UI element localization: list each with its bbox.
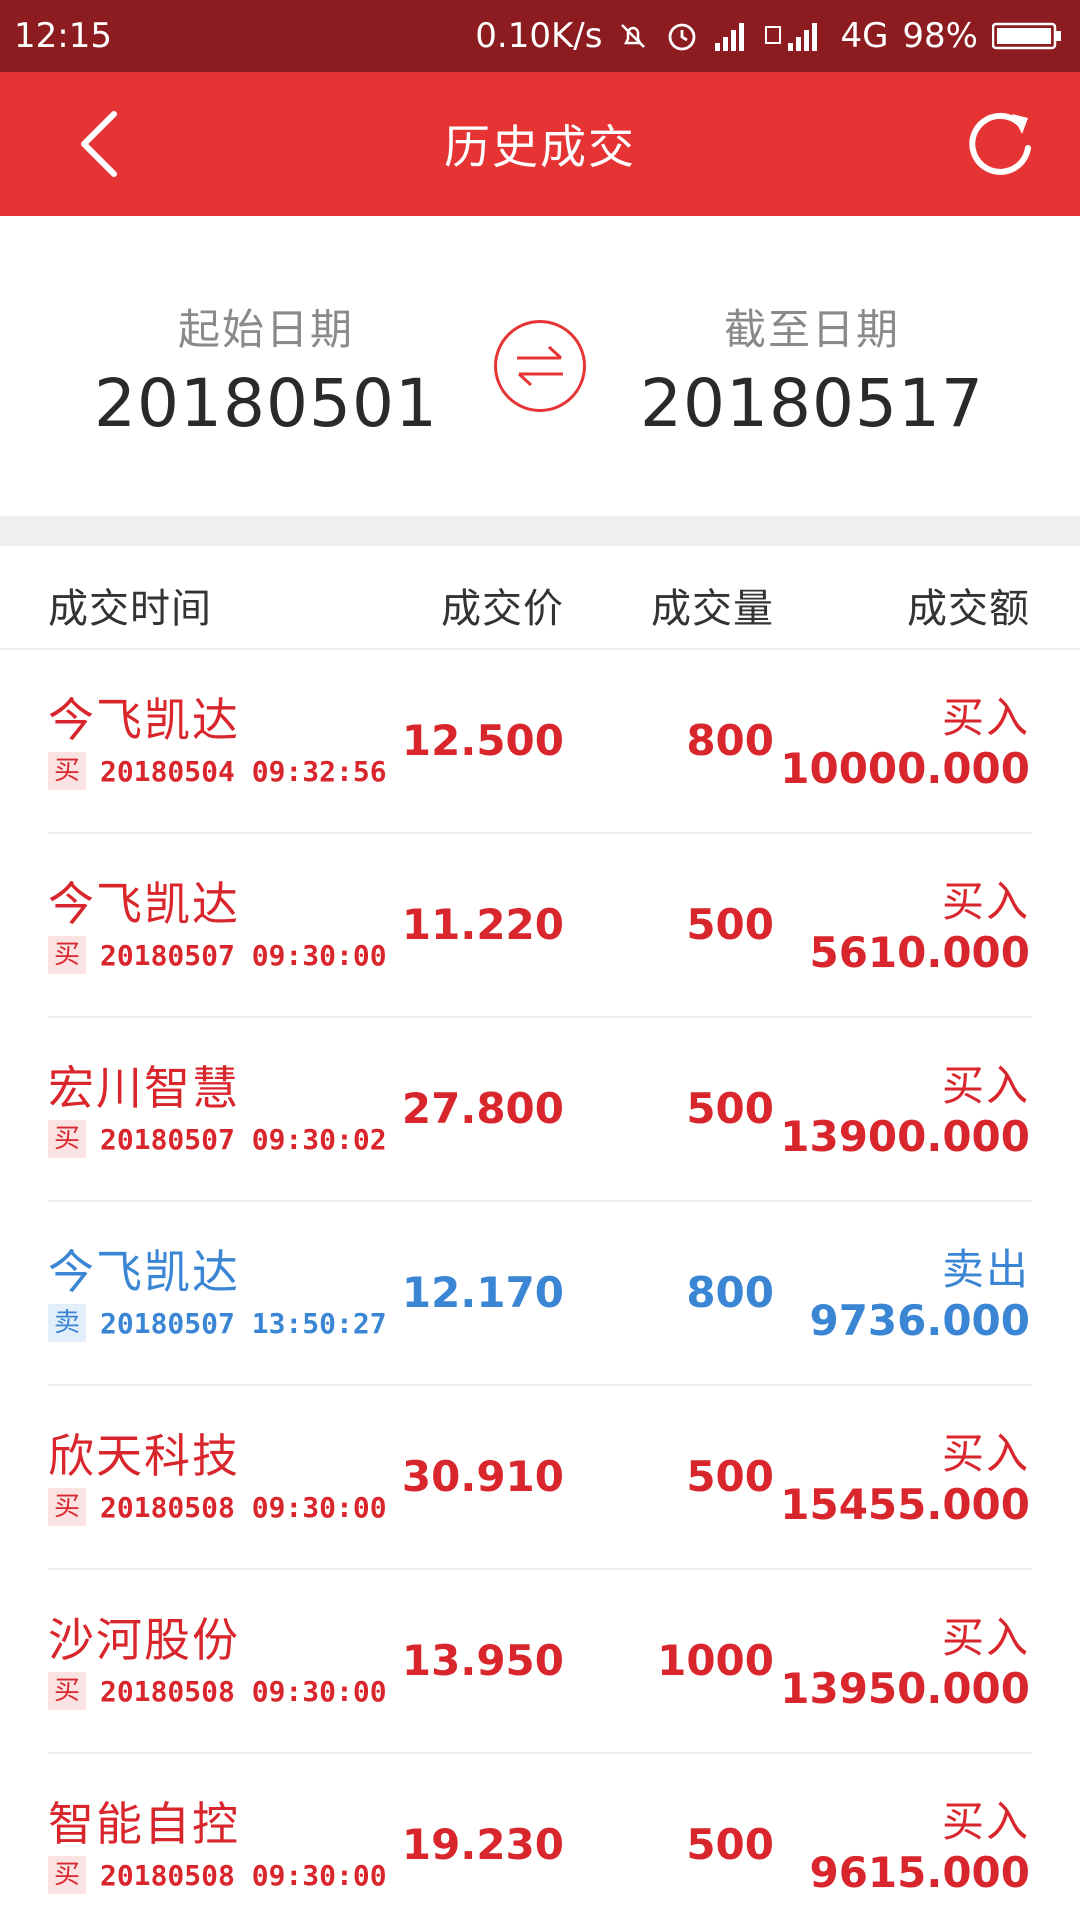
signal-icon <box>714 21 748 51</box>
trade-meta: 买 20180507 09:30:00 <box>48 936 387 974</box>
trade-amount: 15455.000 <box>780 1480 1030 1529</box>
trade-action: 买入 <box>941 1797 1030 1846</box>
alarm-icon <box>664 18 700 54</box>
table-row[interactable]: 智能自控 买 20180508 09:30:00 19.230 500 买入 9… <box>0 1754 1080 1920</box>
trade-meta: 买 20180508 09:30:00 <box>48 1488 387 1526</box>
side-badge: 买 <box>48 936 86 974</box>
stock-name: 沙河股份 <box>48 1613 240 1667</box>
header-qty: 成交量 <box>651 586 774 632</box>
trade-amount: 9736.000 <box>809 1296 1030 1345</box>
trade-qty: 500 <box>686 1820 774 1869</box>
side-badge: 买 <box>48 752 86 790</box>
trade-time: 20180507 09:30:02 <box>100 1122 387 1156</box>
header-time: 成交时间 <box>48 586 212 632</box>
stock-name: 宏川智慧 <box>48 1061 240 1115</box>
side-badge: 买 <box>48 1672 86 1710</box>
page-title: 历史成交 <box>444 120 636 174</box>
trade-time: 20180507 13:50:27 <box>100 1306 387 1340</box>
app-bar: 历史成交 <box>0 72 1080 216</box>
status-indicators: 0.10K/s 4G 98% <box>475 16 1062 56</box>
side-badge: 买 <box>48 1856 86 1894</box>
trade-action: 买入 <box>941 693 1030 742</box>
battery-level: 98% <box>902 16 978 56</box>
trade-price: 12.170 <box>401 1268 564 1317</box>
status-bar: 12:15 0.10K/s 4G 98% <box>0 0 1080 72</box>
stock-name: 今飞凯达 <box>48 1245 240 1299</box>
trade-action: 买入 <box>941 1429 1030 1478</box>
table-row[interactable]: 今飞凯达 买 20180504 09:32:56 12.500 800 买入 1… <box>0 650 1080 834</box>
table-row[interactable]: 宏川智慧 买 20180507 09:30:02 27.800 500 买入 1… <box>0 1018 1080 1202</box>
header-price: 成交价 <box>441 586 564 632</box>
trade-action: 买入 <box>941 1613 1030 1662</box>
trade-action: 买入 <box>941 1061 1030 1110</box>
trade-amount: 10000.000 <box>780 744 1030 793</box>
table-row[interactable]: 欣天科技 买 20180508 09:30:00 30.910 500 买入 1… <box>0 1386 1080 1570</box>
trade-price: 27.800 <box>401 1084 564 1133</box>
battery-icon <box>992 21 1062 51</box>
refresh-icon <box>969 112 1031 175</box>
trade-qty: 500 <box>686 1084 774 1133</box>
trade-time: 20180508 09:30:00 <box>100 1490 387 1524</box>
status-time: 12:15 <box>14 16 112 56</box>
trade-amount: 9615.000 <box>809 1848 1030 1897</box>
history-trades-screen: 12:15 0.10K/s 4G 98% 历史成交 起始日期 20180501 … <box>0 0 1080 1920</box>
trade-meta: 卖 20180507 13:50:27 <box>48 1304 387 1342</box>
table-row[interactable]: 今飞凯达 卖 20180507 13:50:27 12.170 800 卖出 9… <box>0 1202 1080 1386</box>
swap-dates-button[interactable] <box>494 320 586 412</box>
trade-meta: 买 20180508 09:30:00 <box>48 1672 387 1710</box>
net-speed: 0.10K/s <box>475 16 603 56</box>
trade-amount: 5610.000 <box>809 928 1030 977</box>
end-date-value: 20180517 <box>640 365 984 442</box>
stock-name: 智能自控 <box>48 1797 240 1851</box>
trade-price: 19.230 <box>401 1820 564 1869</box>
end-date-picker[interactable]: 截至日期 20180517 <box>612 296 1012 442</box>
trade-qty: 500 <box>686 1452 774 1501</box>
trade-meta: 买 20180508 09:30:00 <box>48 1856 387 1894</box>
trade-time: 20180508 09:30:00 <box>100 1858 387 1892</box>
swap-icon <box>517 345 563 387</box>
side-badge: 卖 <box>48 1304 86 1342</box>
end-date-label: 截至日期 <box>723 305 900 354</box>
network-type: 4G <box>840 16 889 56</box>
trade-qty: 500 <box>686 900 774 949</box>
stock-name: 欣天科技 <box>48 1429 240 1483</box>
side-badge: 买 <box>48 1120 86 1158</box>
header-amount: 成交额 <box>907 586 1030 632</box>
trade-list: 今飞凯达 买 20180504 09:32:56 12.500 800 买入 1… <box>0 650 1080 1920</box>
start-date-value: 20180501 <box>94 365 438 442</box>
trade-time: 20180507 09:30:00 <box>100 938 387 972</box>
trade-qty: 1000 <box>657 1636 774 1685</box>
4g-icon <box>762 21 826 51</box>
table-row[interactable]: 今飞凯达 买 20180507 09:30:00 11.220 500 买入 5… <box>0 834 1080 1018</box>
trade-price: 12.500 <box>401 716 564 765</box>
trade-action: 买入 <box>941 877 1030 926</box>
trade-time: 20180504 09:32:56 <box>100 754 387 788</box>
start-date-picker[interactable]: 起始日期 20180501 <box>66 296 466 442</box>
trade-qty: 800 <box>686 716 774 765</box>
refresh-button[interactable] <box>962 104 1042 184</box>
date-range-panel: 起始日期 20180501 截至日期 20180517 <box>0 216 1080 516</box>
trade-amount: 13900.000 <box>780 1112 1030 1161</box>
trade-qty: 800 <box>686 1268 774 1317</box>
mute-icon <box>616 19 650 53</box>
trade-action: 卖出 <box>941 1245 1030 1294</box>
stock-name: 今飞凯达 <box>48 877 240 931</box>
trade-price: 13.950 <box>401 1636 564 1685</box>
table-row[interactable]: 沙河股份 买 20180508 09:30:00 13.950 1000 买入 … <box>0 1570 1080 1754</box>
trade-time: 20180508 09:30:00 <box>100 1674 387 1708</box>
table-header: 成交时间 成交价 成交量 成交额 <box>0 546 1080 650</box>
section-divider <box>0 516 1080 546</box>
trade-meta: 买 20180507 09:30:02 <box>48 1120 387 1158</box>
start-date-label: 起始日期 <box>177 305 354 354</box>
trade-meta: 买 20180504 09:32:56 <box>48 752 387 790</box>
trade-price: 11.220 <box>401 900 564 949</box>
side-badge: 买 <box>48 1488 86 1526</box>
trade-amount: 13950.000 <box>780 1664 1030 1713</box>
stock-name: 今飞凯达 <box>48 693 240 747</box>
trade-price: 30.910 <box>401 1452 564 1501</box>
